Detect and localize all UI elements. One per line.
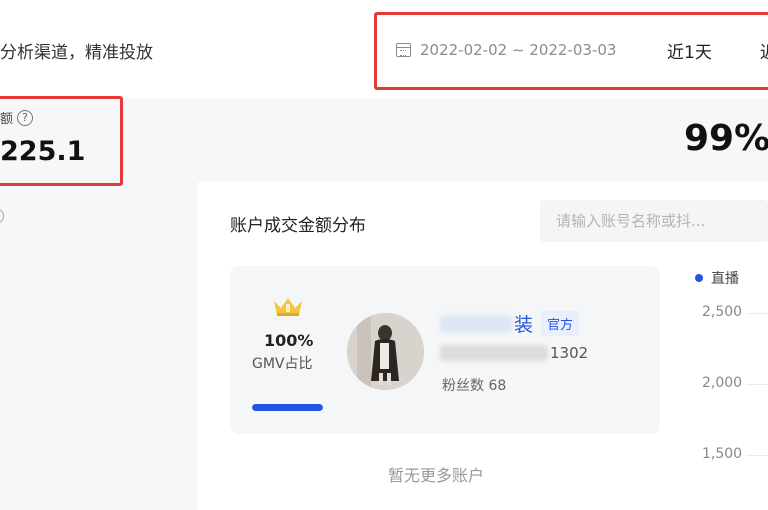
account-id-blurred xyxy=(440,345,548,361)
avatar[interactable] xyxy=(347,313,424,390)
official-badge: 官方 xyxy=(541,311,580,336)
fans-count: 粉丝数 68 xyxy=(442,378,507,394)
y-tick-label: 2,500 xyxy=(702,304,743,320)
account-name-blurred xyxy=(440,314,512,333)
chart-legend[interactable]: 直播 xyxy=(695,268,739,288)
account-name-text: 装 xyxy=(514,314,534,336)
account-id-text: 1302 xyxy=(550,344,589,362)
account-search-input[interactable] xyxy=(540,200,768,242)
page-subtitle: 分析渠道，精准投放 xyxy=(0,43,153,63)
highlight-box-amount xyxy=(0,96,123,186)
percent-value: 99% xyxy=(684,118,768,159)
y-tick-label: 2,000 xyxy=(702,375,743,391)
panel-title: 账户成交金额分布 xyxy=(230,216,366,236)
left-panel xyxy=(0,182,198,510)
grid-line xyxy=(746,455,768,456)
gmv-progress-bar xyxy=(252,404,323,411)
crown-icon xyxy=(274,298,302,316)
legend-label: 直播 xyxy=(711,271,739,287)
gmv-label: GMV占比 xyxy=(252,356,313,372)
grid-line xyxy=(746,384,768,385)
highlight-box-date xyxy=(374,12,768,90)
legend-dot xyxy=(695,274,703,282)
grid-line xyxy=(746,313,768,314)
account-name[interactable]: 装 官方 xyxy=(440,310,580,337)
account-id: 1302 xyxy=(440,344,588,362)
gmv-percent: 100% xyxy=(264,331,314,350)
gmv-progress-fill xyxy=(252,404,323,411)
y-tick-label: 1,500 xyxy=(702,446,743,462)
empty-state-text: 暂无更多账户 xyxy=(388,466,485,485)
